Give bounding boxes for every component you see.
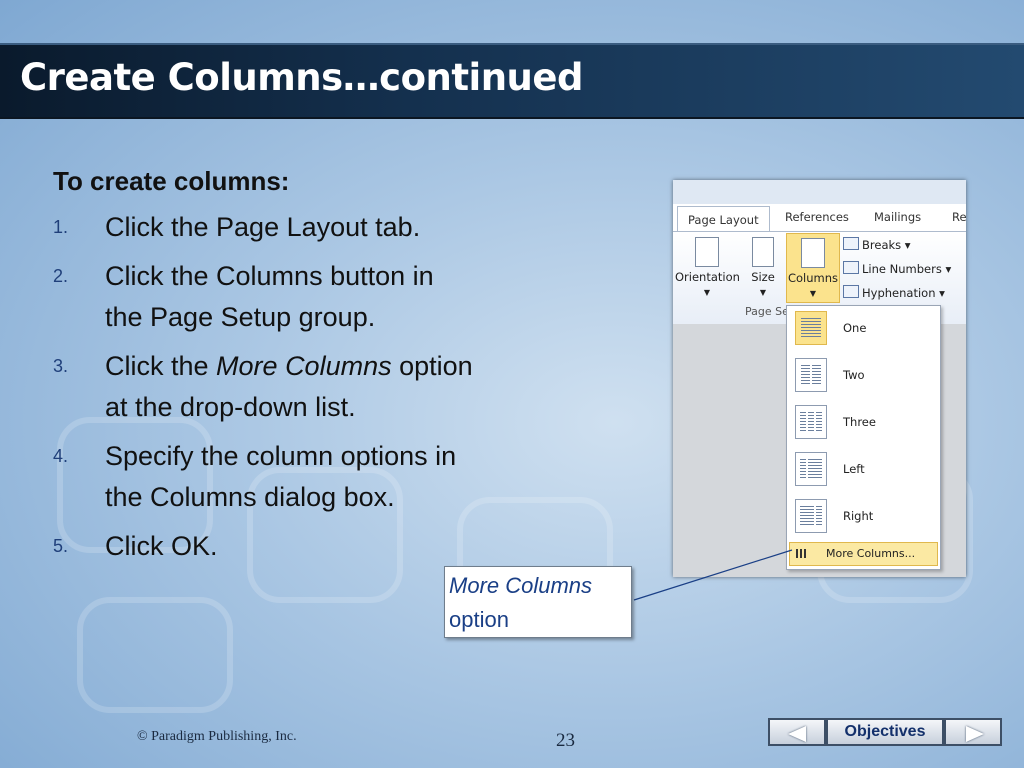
step-5: 5. Click OK. <box>53 526 473 567</box>
three-columns-icon <box>795 405 827 439</box>
more-columns-label: More Columns... <box>826 547 916 560</box>
page-setup-group-label: Page Se <box>745 305 789 318</box>
step-number: 1. <box>53 217 69 237</box>
left-column-icon <box>795 452 827 486</box>
step-number: 3. <box>53 356 69 376</box>
chevron-down-icon: ▼ <box>703 288 711 297</box>
objectives-button[interactable]: Objectives <box>826 718 944 746</box>
arrow-left-icon <box>788 726 806 742</box>
step-number: 5. <box>53 536 69 556</box>
hyphenation-icon <box>843 285 859 298</box>
menu-item-two[interactable]: Two <box>793 355 933 395</box>
hyphenation-label: Hyphenation <box>862 286 936 300</box>
chevron-down-icon: ▼ <box>759 288 767 297</box>
hyphenation-button[interactable]: Hyphenation ▾ <box>843 285 945 300</box>
line-numbers-label: Line Numbers <box>862 262 942 276</box>
columns-dropdown-menu: One Two Three Left Right More Columns... <box>786 305 941 570</box>
step-number: 4. <box>53 446 69 466</box>
menu-item-left[interactable]: Left <box>793 449 933 489</box>
callout-box: More Columns option <box>444 566 632 638</box>
steps-list: 1. Click the Page Layout tab. 2. Click the… <box>53 207 473 567</box>
columns-icon <box>801 238 825 268</box>
menu-item-label: One <box>843 321 867 335</box>
slide-title: Create Columns…continued <box>20 56 583 99</box>
step-3: 3. Click the More Columns option at the d… <box>53 346 473 428</box>
columns-icon <box>796 549 808 558</box>
tab-review-partial[interactable]: Re <box>952 204 966 230</box>
ribbon-tab-strip <box>673 180 966 204</box>
columns-button[interactable]: Columns ▼ <box>786 233 840 303</box>
tab-mailings[interactable]: Mailings <box>874 204 921 230</box>
columns-label: Columns <box>787 271 839 285</box>
one-column-icon <box>795 311 827 345</box>
right-column-icon <box>795 499 827 533</box>
orientation-icon <box>695 237 719 267</box>
copyright-text: © Paradigm Publishing, Inc. <box>137 729 297 744</box>
breaks-label: Breaks <box>862 238 902 252</box>
breaks-icon <box>843 237 859 250</box>
step-text: Specify the column options in the Column… <box>105 441 457 512</box>
line-numbers-icon <box>843 261 859 274</box>
orientation-label: Orientation <box>675 270 740 284</box>
size-icon <box>752 237 774 267</box>
step-4: 4. Specify the column options in the Colu… <box>53 436 473 518</box>
breaks-button[interactable]: Breaks ▾ <box>843 237 911 252</box>
orientation-button[interactable]: Orientation ▼ <box>675 237 740 298</box>
menu-item-label: Three <box>843 415 876 429</box>
instructions: To create columns: 1. Click the Page Layo… <box>53 166 473 575</box>
callout-text: option <box>449 607 509 632</box>
tab-references[interactable]: References <box>785 204 849 230</box>
step-text: Click the Page Layout tab. <box>105 212 421 242</box>
step-2: 2. Click the Columns button in the Page S… <box>53 256 473 338</box>
size-button[interactable]: Size ▼ <box>747 237 779 298</box>
line-numbers-button[interactable]: Line Numbers ▾ <box>843 261 951 276</box>
two-columns-icon <box>795 358 827 392</box>
word-ribbon-screenshot: Page Layout References Mailings Re Orien… <box>673 180 966 577</box>
menu-item-right[interactable]: Right <box>793 496 933 536</box>
step-text: Click the Columns button in the Page Set… <box>105 261 434 332</box>
chevron-down-icon: ▼ <box>809 289 817 298</box>
step-text: Click the <box>105 351 217 381</box>
more-columns-option[interactable]: More Columns... <box>789 542 938 566</box>
tab-page-layout[interactable]: Page Layout <box>677 206 770 233</box>
step-1: 1. Click the Page Layout tab. <box>53 207 473 248</box>
instructions-heading: To create columns: <box>53 166 290 196</box>
menu-item-label: Left <box>843 462 865 476</box>
next-slide-button[interactable] <box>944 718 1002 746</box>
menu-item-one[interactable]: One <box>793 308 933 348</box>
step-text: Click OK. <box>105 531 218 561</box>
previous-slide-button[interactable] <box>768 718 826 746</box>
menu-item-three[interactable]: Three <box>793 402 933 442</box>
page-number: 23 <box>556 730 575 751</box>
menu-item-label: Two <box>843 368 865 382</box>
size-label: Size <box>751 270 775 284</box>
arrow-right-icon <box>966 726 984 742</box>
callout-title: More Columns <box>449 573 593 598</box>
menu-item-label: Right <box>843 509 874 523</box>
step-number: 2. <box>53 266 69 286</box>
step-emphasis: More Columns <box>216 351 392 381</box>
